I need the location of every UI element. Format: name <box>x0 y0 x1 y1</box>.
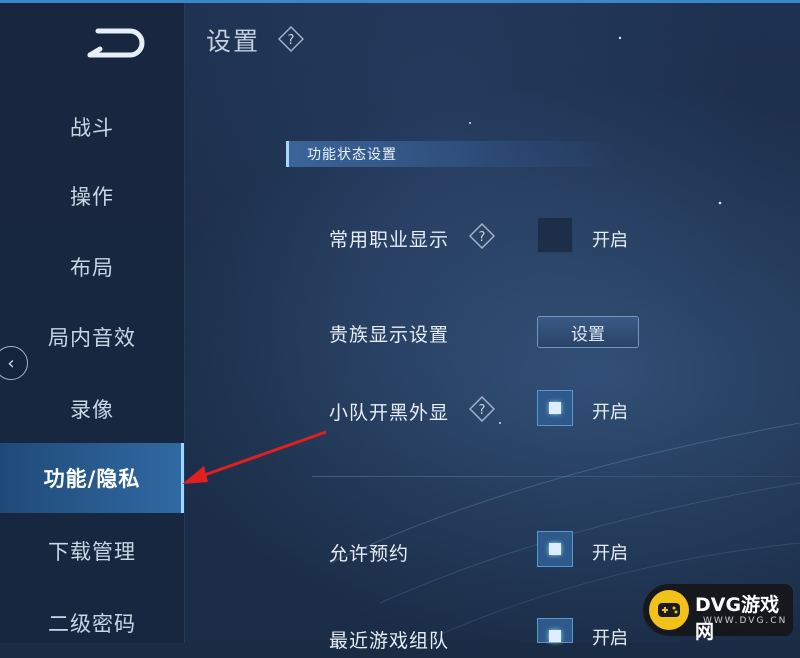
toggle-state-text: 开启 <box>592 628 628 649</box>
svg-text:?: ? <box>479 403 486 418</box>
setting-label-allow-reservation: 允许预约 <box>329 543 410 565</box>
back-icon[interactable] <box>84 25 148 61</box>
section-header: 功能状态设置 <box>286 141 619 167</box>
sidebar-item-label: 录像 <box>70 398 114 422</box>
setting-label-noble-display: 贵族显示设置 <box>329 324 450 346</box>
svg-text:?: ? <box>288 33 295 48</box>
sidebar-item-label: 操作 <box>70 185 114 209</box>
help-icon[interactable]: ? <box>278 26 304 52</box>
common-role-display-checkbox[interactable] <box>537 217 573 253</box>
setting-label-squad-display: 小队开黑外显 <box>329 402 450 424</box>
watermark-subtitle: WWW.DVG.CN <box>703 616 788 626</box>
squad-display-checkbox[interactable] <box>537 390 573 426</box>
sidebar-item-label: 局内音效 <box>48 326 136 350</box>
setting-label-recent-team: 最近游戏组队 <box>329 630 450 652</box>
toggle-state-text: 开启 <box>592 230 628 251</box>
sidebar-item-secondary-password[interactable]: 二级密码 <box>0 588 184 658</box>
help-icon[interactable]: ? <box>469 223 495 249</box>
svg-text:?: ? <box>479 230 486 245</box>
watermark-badge: DVG游戏网 WWW.DVG.CN <box>643 584 793 643</box>
allow-reservation-checkbox[interactable] <box>537 531 573 567</box>
sidebar-item-battle[interactable]: 战斗 <box>0 92 184 162</box>
section-divider <box>312 476 800 477</box>
sidebar-item-function-privacy[interactable]: 功能/隐私 <box>0 443 184 513</box>
sidebar-item-label: 下载管理 <box>48 540 136 564</box>
sidebar-item-controls[interactable]: 操作 <box>0 161 184 231</box>
page-title: 设置 <box>206 27 261 56</box>
sidebar-item-label: 布局 <box>70 256 114 280</box>
sidebar-item-recording[interactable]: 录像 <box>0 374 184 444</box>
sidebar-item-label: 功能/隐私 <box>43 467 141 491</box>
help-icon[interactable]: ? <box>469 396 495 422</box>
recent-team-checkbox[interactable] <box>537 618 573 643</box>
sidebar-item-download-management[interactable]: 下载管理 <box>0 516 184 586</box>
gamepad-logo-icon <box>649 590 689 630</box>
toggle-state-text: 开启 <box>592 402 628 423</box>
toggle-state-text: 开启 <box>592 543 628 564</box>
settings-sidebar: 战斗 操作 布局 局内音效 录像 功能/隐私 下载管理 二级密码 <box>0 3 185 643</box>
red-arrow-icon <box>182 430 327 484</box>
section-title: 功能状态设置 <box>307 147 397 163</box>
sidebar-item-label: 战斗 <box>70 116 114 140</box>
setting-label-common-role-display: 常用职业显示 <box>329 229 450 251</box>
noble-display-settings-button[interactable]: 设置 <box>537 316 639 348</box>
sidebar-item-layout[interactable]: 布局 <box>0 232 184 302</box>
sidebar-item-label: 二级密码 <box>48 612 136 636</box>
